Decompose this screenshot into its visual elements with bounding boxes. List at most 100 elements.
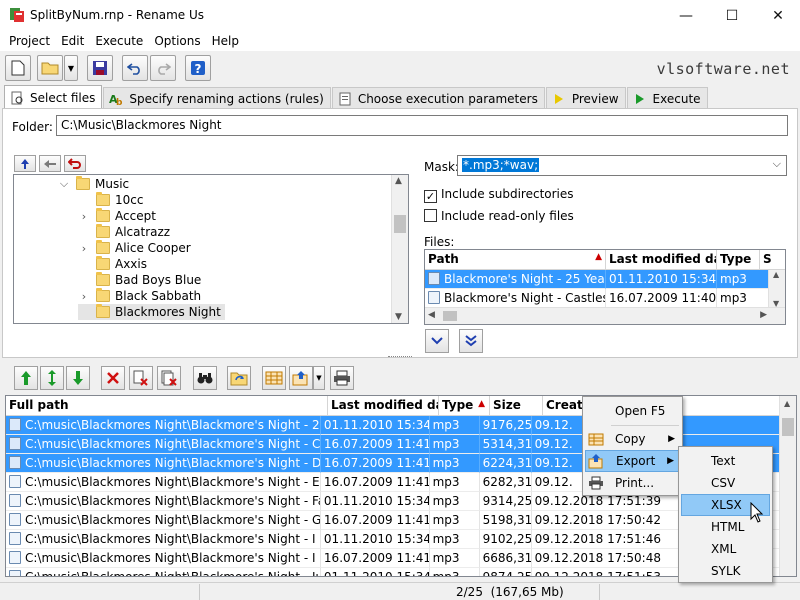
tab-renaming-actions[interactable]: Ab Specify renaming actions (rules) bbox=[103, 87, 331, 109]
tree-return-button[interactable] bbox=[64, 155, 86, 172]
column-type[interactable]: Type bbox=[717, 250, 760, 269]
close-button[interactable]: ✕ bbox=[755, 0, 800, 31]
tree-item-alcatrazz[interactable]: Alcatrazz bbox=[78, 224, 170, 240]
remove-all-button[interactable] bbox=[157, 366, 181, 390]
tree-scrollbar[interactable]: ▲ ▼ bbox=[391, 175, 408, 323]
open-dropdown-button[interactable]: ▼ bbox=[64, 55, 78, 81]
add-selected-button[interactable] bbox=[425, 329, 449, 353]
export-text[interactable]: Text bbox=[681, 450, 770, 472]
tree-item-10cc[interactable]: 10cc bbox=[78, 192, 143, 208]
mask-combobox[interactable]: *.mp3;*wav; ⌵ bbox=[457, 155, 787, 176]
menu-item-copy[interactable]: Copy ▶ bbox=[585, 428, 680, 450]
column-full-path[interactable]: Full path bbox=[6, 396, 328, 415]
remove-button[interactable] bbox=[101, 366, 125, 390]
redo-button[interactable] bbox=[150, 55, 176, 81]
export-sylk[interactable]: SYLK bbox=[681, 560, 770, 582]
tab-preview[interactable]: Preview bbox=[545, 87, 626, 109]
list-vscrollbar[interactable]: ▲ bbox=[779, 396, 796, 576]
tree-item-black-sabbath[interactable]: › Black Sabbath bbox=[78, 288, 201, 304]
tab-execution-parameters[interactable]: Choose execution parameters bbox=[331, 87, 545, 109]
move-bottom-button[interactable] bbox=[66, 366, 90, 390]
table-row[interactable]: C:\music\Blackmores Night\Blackmore's Ni… bbox=[6, 549, 782, 568]
scroll-thumb[interactable] bbox=[443, 311, 457, 321]
table-row[interactable]: C:\music\Blackmores Night\Blackmore's Ni… bbox=[6, 568, 782, 576]
chevron-down-icon[interactable]: ⌵ bbox=[58, 177, 70, 191]
tree-item-accept[interactable]: › Accept bbox=[78, 208, 156, 224]
menu-project[interactable]: Project bbox=[3, 34, 55, 48]
scroll-up-arrow[interactable]: ▲ bbox=[395, 176, 402, 186]
add-all-button[interactable] bbox=[459, 329, 483, 353]
menu-help[interactable]: Help bbox=[206, 34, 244, 48]
find-button[interactable] bbox=[193, 366, 217, 390]
execute-icon bbox=[635, 93, 644, 104]
tab-execute[interactable]: Execute bbox=[626, 87, 708, 109]
splitter-handle[interactable] bbox=[388, 356, 412, 359]
save-project-button[interactable] bbox=[87, 55, 113, 81]
menu-item-open[interactable]: Open F5 bbox=[585, 400, 680, 422]
move-top-button[interactable] bbox=[14, 366, 38, 390]
scroll-up-arrow[interactable]: ▲ bbox=[773, 270, 779, 279]
files-vscrollbar[interactable]: ▲ ▼ bbox=[768, 270, 785, 308]
scroll-right-arrow[interactable]: ▶ bbox=[760, 310, 767, 320]
scroll-up-arrow[interactable]: ▲ bbox=[784, 399, 790, 408]
file-row[interactable]: Blackmore's Night - Castles And D 16.07.… bbox=[425, 289, 770, 308]
export-xml[interactable]: XML bbox=[681, 538, 770, 560]
cell-text: 16.07.2009 11:41:54 bbox=[323, 456, 429, 470]
table-row[interactable]: C:\music\Blackmores Night\Blackmore's Ni… bbox=[6, 511, 782, 530]
scroll-thumb[interactable] bbox=[782, 418, 794, 436]
export-button[interactable] bbox=[289, 366, 313, 390]
menu-options[interactable]: Options bbox=[148, 34, 205, 48]
tree-item-alice-cooper[interactable]: › Alice Cooper bbox=[78, 240, 191, 256]
close-icon: ✕ bbox=[772, 7, 784, 24]
menu-edit[interactable]: Edit bbox=[55, 34, 89, 48]
tab-select-files[interactable]: Select files bbox=[4, 85, 103, 109]
column-last-modified[interactable]: Last modified date bbox=[328, 396, 439, 415]
tree-item-axxis[interactable]: Axxis bbox=[78, 256, 147, 272]
chevron-right-icon[interactable]: › bbox=[78, 242, 90, 255]
tree-item-music[interactable]: ⌵ Music bbox=[58, 176, 129, 192]
tree-item-blackmores-night[interactable]: Blackmores Night bbox=[78, 304, 225, 320]
column-path[interactable]: Path ▲ bbox=[425, 250, 606, 269]
export-icon bbox=[588, 453, 603, 468]
column-size[interactable]: Size bbox=[490, 396, 543, 415]
cell-text: mp3 bbox=[432, 532, 460, 546]
remove-selected-button[interactable] bbox=[129, 366, 153, 390]
undo-button[interactable] bbox=[122, 55, 148, 81]
folder-tree[interactable]: ⌵ Music 10cc › Accept Alcatrazz › Alice … bbox=[13, 174, 409, 324]
svg-text:b: b bbox=[116, 98, 123, 106]
export-csv[interactable]: CSV bbox=[681, 472, 770, 494]
include-subdirectories-checkbox[interactable]: ✓ Include subdirectories bbox=[424, 187, 574, 203]
new-project-button[interactable] bbox=[5, 55, 31, 81]
scroll-thumb[interactable] bbox=[394, 215, 406, 233]
refresh-button[interactable] bbox=[227, 366, 251, 390]
open-project-button[interactable] bbox=[37, 55, 63, 81]
files-grid[interactable]: Path ▲ Last modified date Type S Blackmor… bbox=[424, 249, 786, 325]
copy-icon bbox=[588, 433, 604, 446]
file-row[interactable]: Blackmore's Night - 25 Years.mp3 01.11.2… bbox=[425, 270, 770, 289]
include-readonly-checkbox[interactable]: Include read-only files bbox=[424, 209, 574, 223]
chevron-down-icon[interactable]: ⌵ bbox=[773, 157, 781, 171]
export-dropdown-button[interactable]: ▼ bbox=[313, 366, 325, 390]
minimize-button[interactable]: — bbox=[663, 0, 709, 31]
tree-back-button[interactable] bbox=[39, 155, 61, 172]
move-updown-button[interactable] bbox=[40, 366, 64, 390]
print-button[interactable] bbox=[330, 366, 354, 390]
maximize-button[interactable]: ☐ bbox=[709, 0, 755, 31]
scroll-down-arrow[interactable]: ▼ bbox=[395, 312, 402, 322]
table-row[interactable]: C:\music\Blackmores Night\Blackmore's Ni… bbox=[6, 530, 782, 549]
help-button[interactable]: ? bbox=[185, 55, 211, 81]
chevron-right-icon[interactable]: › bbox=[78, 210, 90, 223]
column-type[interactable]: Type ▲ bbox=[439, 396, 490, 415]
chevron-right-icon[interactable]: › bbox=[78, 290, 90, 303]
tree-item-bad-boys-blue[interactable]: Bad Boys Blue bbox=[78, 272, 201, 288]
scroll-left-arrow[interactable]: ◀ bbox=[428, 310, 435, 320]
columns-button[interactable] bbox=[262, 366, 286, 390]
tree-up-button[interactable] bbox=[14, 155, 36, 172]
menu-item-print[interactable]: Print... bbox=[585, 472, 680, 494]
column-size[interactable]: S bbox=[760, 250, 785, 269]
files-hscrollbar[interactable]: ◀ ▶ bbox=[425, 307, 785, 324]
menu-execute[interactable]: Execute bbox=[89, 34, 148, 48]
column-last-modified[interactable]: Last modified date bbox=[606, 250, 717, 269]
menu-item-export[interactable]: Export ▶ bbox=[585, 450, 680, 472]
folder-input[interactable]: C:\Music\Blackmores Night bbox=[56, 115, 788, 136]
